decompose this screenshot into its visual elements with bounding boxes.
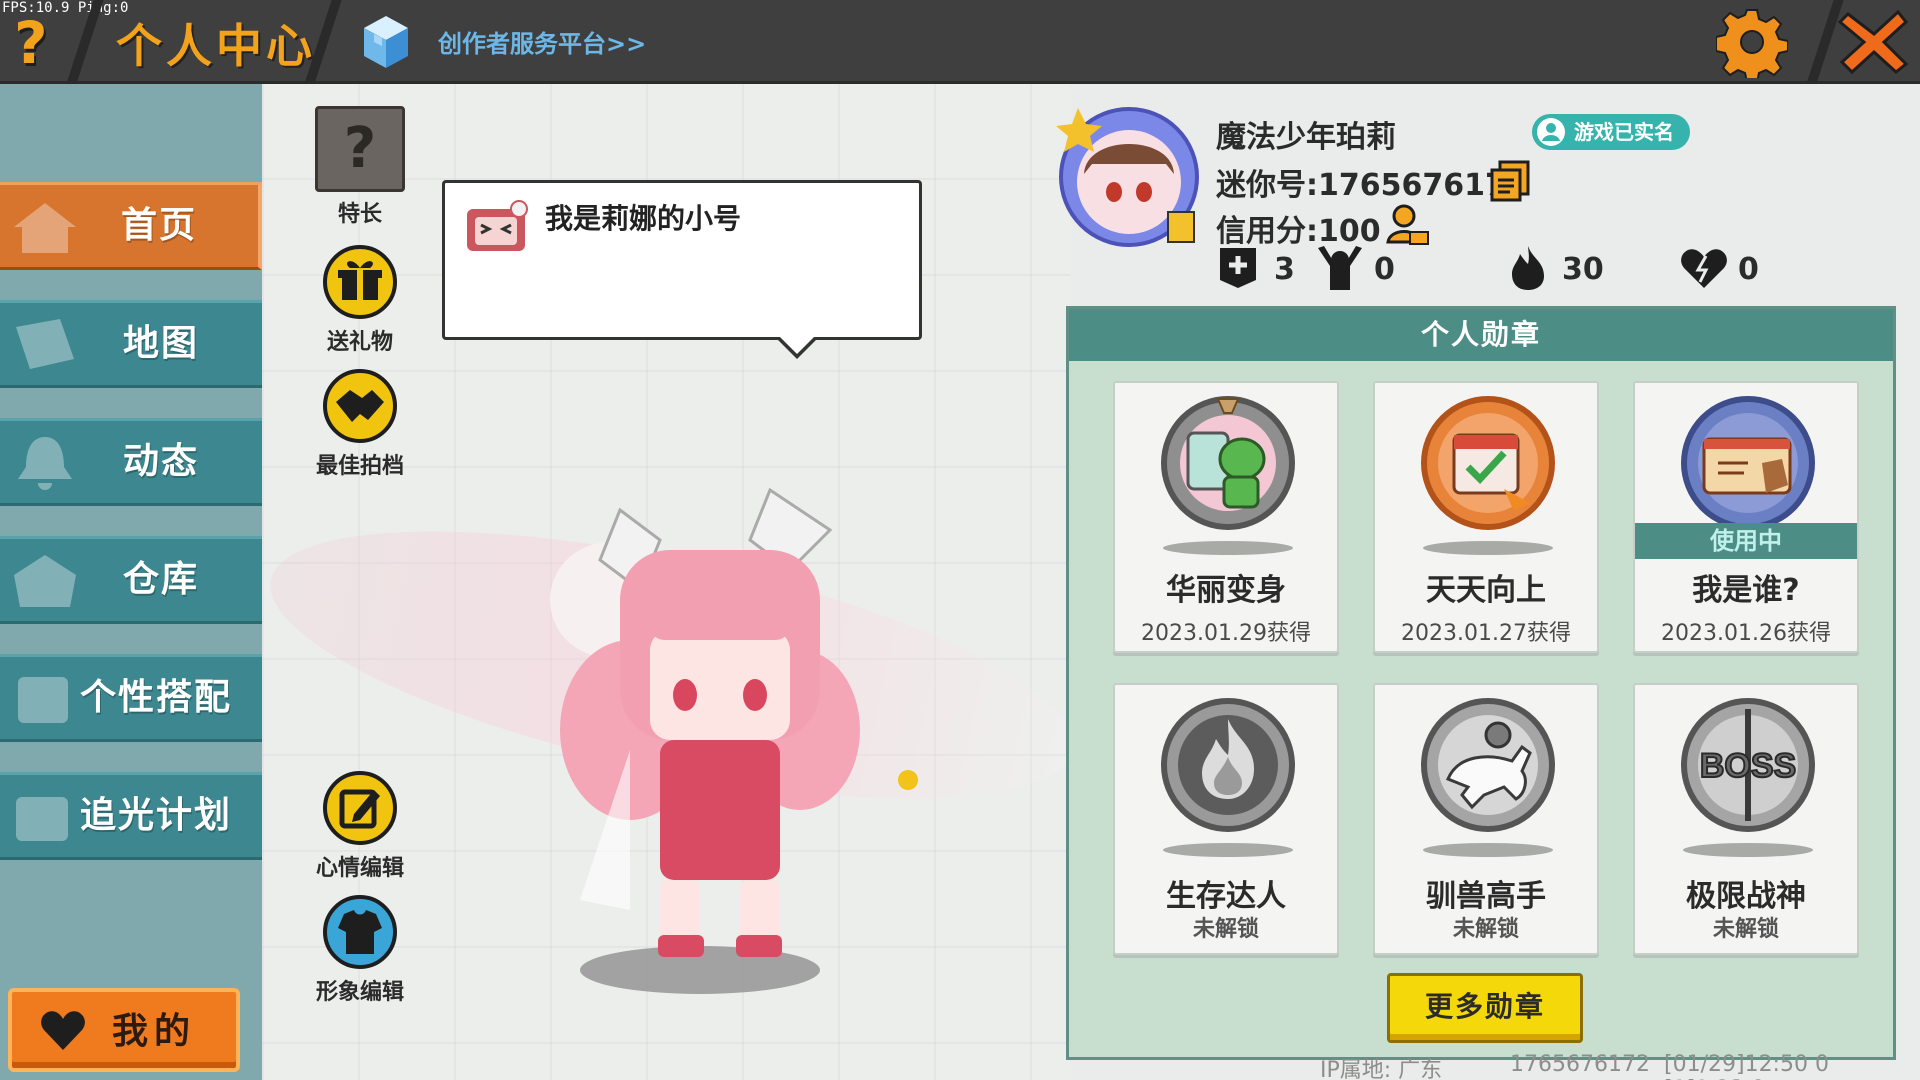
medal-name: 华丽变身 — [1166, 573, 1286, 608]
light-plan-icon — [16, 797, 68, 841]
mood-edit-button[interactable]: 心情编辑 — [300, 770, 420, 882]
realname-text: 游戏已实名 — [1574, 120, 1674, 144]
mood-bubble[interactable]: 我是莉娜的小号 — [442, 180, 922, 359]
medal-card[interactable]: 使用中 我是谁? 2023.01.26获得 — [1633, 381, 1859, 653]
partner-button[interactable]: 最佳拍档 — [300, 368, 420, 480]
help-button[interactable]: ? — [14, 10, 74, 76]
medal-card[interactable]: 华丽变身 2023.01.29获得 — [1113, 381, 1339, 653]
nav-item-feed[interactable]: 动态 — [0, 418, 262, 506]
flame-medal-icon — [1161, 698, 1295, 832]
nav-item-warehouse[interactable]: 仓库 — [0, 536, 262, 624]
realname-badge: 游戏已实名 — [1532, 114, 1690, 150]
idcard-medal-icon — [1681, 396, 1815, 530]
nickname: 魔法少年珀莉 — [1216, 120, 1396, 155]
heart-icon — [1681, 249, 1727, 288]
stat-value: 3 — [1274, 252, 1295, 287]
question-block-icon: ? — [315, 106, 405, 192]
medal-card[interactable]: 生存达人 未解锁 — [1113, 683, 1339, 955]
handshake-icon — [323, 369, 397, 443]
nav-label: 仓库 — [122, 559, 199, 600]
nav-label: 首页 — [120, 205, 197, 246]
avatar-character[interactable] — [540, 480, 940, 1000]
medal-shadow — [1423, 541, 1553, 555]
medal-date: 未解锁 — [1452, 917, 1519, 942]
add-friend-icon — [1220, 248, 1256, 288]
medal-shadow — [1163, 843, 1293, 857]
heart-icon — [41, 1011, 85, 1050]
medal-date: 2023.01.29获得 — [1141, 621, 1311, 646]
verified-user-icon — [1537, 118, 1565, 146]
medal-date: 2023.01.27获得 — [1401, 621, 1571, 646]
creator-platform-link[interactable]: 创作者服务平台>> — [438, 24, 646, 59]
more-medals-button[interactable]: 更多勋章 — [1387, 973, 1583, 1043]
medal-name: 生存达人 — [1166, 879, 1286, 914]
specialty-button[interactable]: ? 特长 — [300, 106, 420, 228]
medal-card[interactable]: 驯兽高手 未解锁 — [1373, 683, 1599, 955]
medal-name: 天天向上 — [1426, 573, 1546, 608]
fire-icon — [1512, 246, 1544, 290]
svg-text:BOSS: BOSS — [1700, 747, 1796, 785]
medal-name: 我是谁? — [1692, 573, 1800, 608]
close-icon[interactable] — [1838, 8, 1910, 76]
mine-label: 我的 — [112, 1011, 197, 1052]
medal-panel-title: 个人勋章 — [1069, 309, 1893, 361]
specialty-label: 特长 — [337, 202, 382, 227]
partner-label: 最佳拍档 — [315, 454, 404, 479]
gift-icon — [323, 245, 397, 319]
top-bar: FPS:10.9 Ping:0 ? 个人中心 创作者服务平台>> — [0, 0, 1920, 84]
outfit-icon — [18, 677, 68, 723]
gift-button[interactable]: 送礼物 — [300, 244, 420, 356]
avatar-edit-button[interactable]: 形象编辑 — [300, 894, 420, 1006]
nav-label: 个性搭配 — [80, 677, 233, 718]
medal-date: 2023.01.26获得 — [1661, 621, 1831, 646]
edit-icon — [323, 771, 397, 845]
medal-card[interactable]: BOSS 极限战神 未解锁 — [1633, 683, 1859, 955]
mini-id: 迷你号:1765676172 — [1216, 168, 1527, 203]
cube-icon[interactable] — [362, 14, 410, 70]
mood-text: 我是莉娜的小号 — [545, 202, 742, 235]
ip-location: IP属地: 广东 — [1320, 1058, 1443, 1080]
nav-item-home[interactable]: 首页 — [0, 182, 262, 270]
gift-label: 送礼物 — [326, 330, 393, 355]
medal-shadow — [1163, 541, 1293, 555]
boss-medal-icon: BOSS — [1681, 698, 1815, 832]
medal-date: 未解锁 — [1192, 917, 1259, 942]
medal-panel: 个人勋章 华丽变身 2023.01.29获得 天天向上 2023.01.27获得 — [1066, 306, 1896, 1060]
nav-item-outfit[interactable]: 个性搭配 — [0, 654, 262, 742]
medal-shadow — [1423, 843, 1553, 857]
tamer-medal-icon — [1421, 698, 1555, 832]
avatar-edit-label: 形象编辑 — [315, 980, 404, 1005]
emoji-icon — [467, 200, 528, 251]
footer-uid: 1765676172 — [1510, 1052, 1650, 1077]
question-icon: ? — [14, 9, 48, 77]
page-title: 个人中心 — [116, 19, 316, 73]
mine-button[interactable]: 我的 — [8, 988, 240, 1072]
nav-label: 动态 — [122, 441, 199, 482]
medal-card[interactable]: 天天向上 2023.01.27获得 — [1373, 381, 1599, 653]
nav-label: 地图 — [122, 323, 199, 364]
medal-name: 驯兽高手 — [1426, 879, 1546, 914]
credit-user-icon[interactable] — [1384, 202, 1430, 248]
stat-value: 30 — [1562, 252, 1604, 287]
transform-medal-icon — [1161, 396, 1295, 530]
profile-avatar[interactable] — [1056, 104, 1202, 250]
stat-value: 0 — [1374, 252, 1395, 287]
calendar-medal-icon — [1421, 396, 1555, 530]
medal-shadow — [1683, 843, 1813, 857]
nav-item-light-plan[interactable]: 追光计划 — [0, 772, 262, 860]
in-use-badge: 使用中 — [1635, 523, 1857, 559]
fans-icon — [1318, 246, 1362, 290]
copy-icon[interactable] — [1490, 160, 1532, 202]
nav-label: 追光计划 — [80, 795, 233, 836]
medal-name: 极限战神 — [1686, 879, 1806, 914]
stat-value: 0 — [1738, 252, 1759, 287]
gear-icon[interactable] — [1716, 6, 1788, 78]
nav-item-map[interactable]: 地图 — [0, 300, 262, 388]
medal-date: 未解锁 — [1712, 917, 1779, 942]
mood-edit-label: 心情编辑 — [315, 856, 404, 881]
footer-version: [01/29]12:50 0 [1]1.23.0 — [1664, 1052, 1829, 1080]
shirt-icon — [323, 895, 397, 969]
